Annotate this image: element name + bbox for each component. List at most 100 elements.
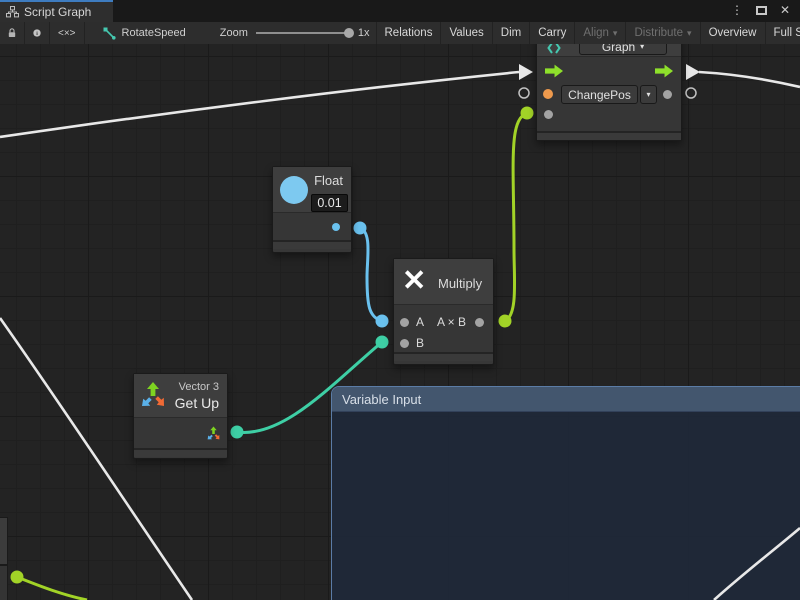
multiply-node-title: Multiply [438,276,482,291]
unconnected-port-right[interactable] [686,88,696,98]
info-button[interactable]: i [25,22,50,44]
blue-wire-start-dot[interactable] [354,222,367,235]
dim-button[interactable]: Dim [492,22,529,44]
zoom-control: Zoom 1x [196,22,376,44]
multiply-node-body: A A × B B [394,305,493,352]
vector3-node[interactable]: Vector 3 Get Up [133,373,228,459]
vector3-node-header: Vector 3 Get Up [134,374,227,418]
wire-bottom-left[interactable] [17,577,87,600]
align-dropdown[interactable]: Align ▾ [574,22,625,44]
port-b-label: B [416,336,424,350]
orange-value-port[interactable] [543,89,553,99]
code-view-button[interactable]: <×> [50,22,85,44]
vector3-icon [139,381,167,409]
lock-button[interactable] [0,22,25,44]
float-node[interactable]: Float [272,166,352,253]
script-machine-icon [547,44,561,54]
wire-control-in[interactable] [0,72,519,137]
changepos-dropdown[interactable]: ChangePos [561,85,638,104]
float-value-input[interactable] [311,194,348,212]
green-bottom-dot[interactable] [11,571,24,584]
blue-wire-end-dot[interactable] [376,315,389,328]
gray-input-port[interactable] [544,110,553,119]
wire-float-to-multiply[interactable] [360,228,382,321]
port-a[interactable] [400,318,409,327]
zoom-slider-handle[interactable] [344,28,354,38]
lock-icon [8,27,16,39]
window-menu-icon[interactable]: ⋮ [731,3,743,17]
graph-node-header: Graph ▾ [537,44,681,57]
port-a-label: A [416,315,424,329]
teal-wire-end-dot[interactable] [376,336,389,349]
zoom-label: Zoom [220,27,248,39]
variable-input-group[interactable]: Variable Input [331,386,800,600]
tab-label: Script Graph [24,5,91,19]
partial-node-body[interactable] [0,565,8,600]
vector3-output-port-icon[interactable] [206,426,221,441]
control-arrowhead-out [686,64,700,80]
float-node-footer [273,240,351,249]
graph-canvas[interactable]: Variable Input [0,44,800,600]
rotatespeed-graph-icon [103,27,116,40]
zoom-slider[interactable] [256,32,350,34]
fullscreen-button[interactable]: Full Screen [765,22,800,44]
green-wire-end-dot[interactable] [521,107,534,120]
script-graph-window: Script Graph ⋮ ✕ i <×> [0,0,800,600]
teal-wire-start-dot[interactable] [231,426,244,439]
port-result-label: A × B [437,315,466,329]
port-b[interactable] [400,339,409,348]
multiply-node-footer [394,352,493,361]
graph-name-label: RotateSpeed [122,27,186,39]
unconnected-port-left[interactable] [519,88,529,98]
tab-bar: Script Graph ⋮ ✕ [0,0,800,22]
float-type-icon [280,176,308,204]
toolbar-right-buttons: Relations Values Dim Carry Align ▾ Distr… [376,22,800,44]
green-wire-start-dot[interactable] [499,315,512,328]
graph-name-area: RotateSpeed [85,22,196,44]
vector3-node-body [134,418,227,448]
flow-input-arrow-icon [545,64,563,78]
graph-source-dropdown[interactable]: Graph ▾ [579,44,667,55]
vector3-node-footer [134,448,227,457]
wire-diagonal[interactable] [0,318,192,600]
wire-control-out[interactable] [699,72,800,87]
variable-input-title: Variable Input [342,392,421,407]
tab-script-graph[interactable]: Script Graph [0,0,113,22]
graph-node-body: ChangePos ▾ [537,57,681,131]
close-icon[interactable]: ✕ [780,3,790,17]
multiply-x-icon: ✕ [402,263,426,298]
maximize-icon[interactable] [756,6,767,15]
distribute-dropdown[interactable]: Distribute ▾ [625,22,699,44]
port-result[interactable] [475,318,484,327]
overview-button[interactable]: Overview [700,22,765,44]
partial-node-header[interactable] [0,517,8,565]
control-arrowhead-in [519,64,533,80]
flow-output-arrow-icon [655,64,673,78]
changepos-caret-button[interactable]: ▾ [640,85,657,104]
info-icon: i [33,27,41,39]
chevron-down-icon: ▾ [640,44,644,51]
graph-event-node[interactable]: Graph ▾ ChangePos ▾ [536,44,682,141]
chevron-down-icon: ▾ [687,28,692,39]
float-node-title: Float [314,173,343,188]
relations-button[interactable]: Relations [376,22,441,44]
float-node-body [273,213,351,240]
carry-button[interactable]: Carry [529,22,574,44]
zoom-value: 1x [358,27,370,39]
vector3-type-label: Vector 3 [179,381,219,393]
variable-input-header[interactable]: Variable Input [332,387,800,412]
graph-node-footer [537,131,681,140]
gray-output-port[interactable] [663,90,672,99]
chevron-down-icon: ▾ [613,28,618,39]
graph-hierarchy-icon [6,6,19,18]
code-icon: <×> [58,28,76,39]
values-button[interactable]: Values [440,22,491,44]
chevron-down-icon: ▾ [646,90,650,99]
multiply-node-header: ✕ Multiply [394,259,493,305]
float-node-header: Float [273,167,351,213]
vector3-node-title: Get Up [175,395,219,411]
graph-toolbar: i <×> RotateSpeed Zoom 1x Relations Valu… [0,22,800,44]
multiply-node[interactable]: ✕ Multiply A A × B B [393,258,494,365]
float-output-port[interactable] [332,223,340,231]
wire-multiply-to-graph[interactable] [505,113,527,321]
